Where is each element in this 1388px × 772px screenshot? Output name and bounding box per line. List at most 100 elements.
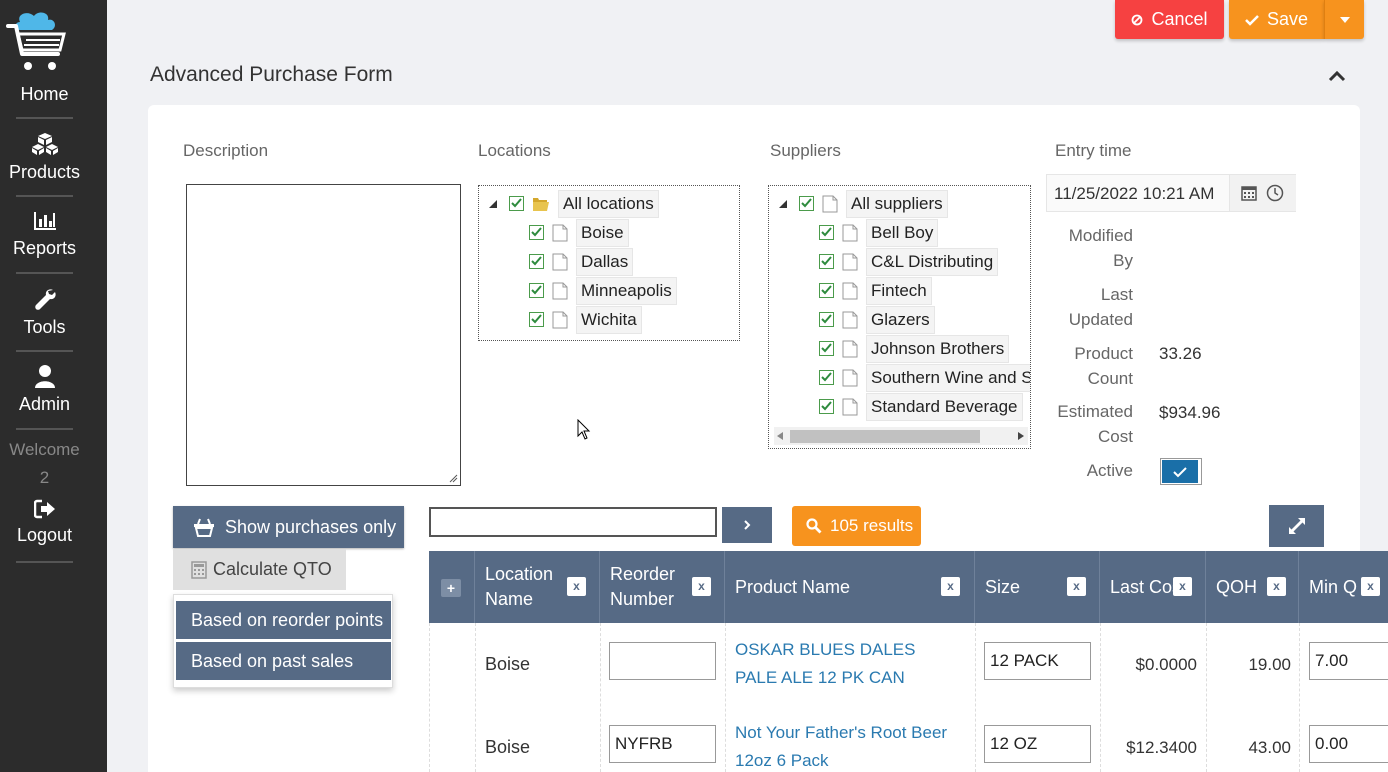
column-header-last-cost[interactable]: Last Cos x xyxy=(1100,551,1206,623)
entry-time-value: 11/25/2022 10:21 AM xyxy=(1054,184,1215,203)
menu-item-past-sales[interactable]: Based on past sales xyxy=(176,642,391,680)
search-input[interactable] xyxy=(429,507,717,537)
horizontal-scrollbar[interactable] xyxy=(774,427,1028,445)
checkbox[interactable] xyxy=(509,196,524,211)
tree-node-location[interactable]: Minneapolis xyxy=(529,276,677,305)
min-qty-input[interactable]: 7.00 xyxy=(1309,642,1388,680)
product-name-link[interactable]: OSKAR BLUES DALES PALE ALE 12 PK CAN xyxy=(735,636,915,692)
collapse-triangle-icon[interactable] xyxy=(489,200,497,208)
document-icon xyxy=(552,311,568,328)
location-cell: Boise xyxy=(485,737,531,757)
entry-time-input[interactable]: 11/25/2022 10:21 AM xyxy=(1046,174,1296,212)
active-toggle[interactable] xyxy=(1160,458,1202,485)
tree-node-supplier[interactable]: Standard Beverage xyxy=(819,392,1023,421)
scroll-right-icon[interactable] xyxy=(1018,432,1024,440)
checkbox[interactable] xyxy=(819,225,834,240)
clock-icon[interactable] xyxy=(1266,184,1284,202)
search-go-button[interactable] xyxy=(722,507,772,543)
show-purchases-button[interactable]: Show purchases only xyxy=(173,506,404,548)
document-icon xyxy=(842,311,858,328)
size-input[interactable]: 12 OZ xyxy=(984,725,1091,763)
nav-admin[interactable]: Admin xyxy=(0,364,89,415)
qto-dropdown-menu: Based on reorder points Based on past sa… xyxy=(173,594,393,688)
description-textarea[interactable] xyxy=(186,184,461,486)
nav-reports[interactable]: Reports xyxy=(0,210,89,259)
chevron-up-icon[interactable] xyxy=(1327,68,1347,84)
column-header-label: Size xyxy=(985,576,1021,597)
last-updated-label: Last Updated xyxy=(1053,282,1133,332)
collapse-triangle-icon[interactable] xyxy=(779,200,787,208)
column-header-size[interactable]: Size x xyxy=(975,551,1100,623)
column-divider xyxy=(725,623,726,772)
calculate-qto-button[interactable]: Calculate QTO xyxy=(173,549,346,590)
modified-by-label: Modified By xyxy=(1053,223,1133,273)
tree-node-supplier[interactable]: Glazers xyxy=(819,305,935,334)
tree-node-location[interactable]: Wichita xyxy=(529,305,642,334)
checkbox[interactable] xyxy=(799,196,814,211)
menu-item-reorder-points[interactable]: Based on reorder points xyxy=(176,601,391,639)
suppliers-tree: All suppliers Bell Boy C&L Distributing … xyxy=(768,185,1031,449)
cancel-button[interactable]: Cancel xyxy=(1115,0,1224,39)
checkbox[interactable] xyxy=(529,225,544,240)
save-options-button[interactable] xyxy=(1324,0,1364,39)
column-header-reorder-number[interactable]: Reorder Number x xyxy=(600,551,725,623)
remove-column-icon[interactable]: x xyxy=(941,577,960,596)
min-qty-input[interactable]: 0.00 xyxy=(1309,725,1388,763)
column-header-min-qty[interactable]: Min Q x xyxy=(1299,551,1388,623)
estimated-cost-label-line: Cost xyxy=(1098,427,1133,446)
remove-column-icon[interactable]: x xyxy=(692,577,711,596)
column-header-label: Location xyxy=(485,564,554,584)
reorder-number-input[interactable] xyxy=(609,642,716,680)
calendar-icon[interactable] xyxy=(1241,185,1257,201)
save-label: Save xyxy=(1266,9,1309,29)
folder-icon xyxy=(533,197,549,211)
checkbox[interactable] xyxy=(529,283,544,298)
column-header-location-name[interactable]: Location Name x xyxy=(475,551,600,623)
chevron-right-icon xyxy=(744,520,751,530)
last-updated-label-line: Last xyxy=(1100,285,1133,304)
tree-node-location[interactable]: Dallas xyxy=(529,247,634,276)
checkbox[interactable] xyxy=(529,254,544,269)
remove-column-icon[interactable]: x xyxy=(1361,577,1380,596)
estimated-cost-value: $934.96 xyxy=(1159,403,1221,422)
nav-home[interactable]: Home xyxy=(0,84,89,105)
scrollbar-thumb[interactable] xyxy=(790,430,980,443)
scroll-left-icon[interactable] xyxy=(777,432,783,440)
checkbox[interactable] xyxy=(819,283,834,298)
tree-node-all-suppliers[interactable]: All suppliers xyxy=(799,189,948,218)
column-header-product-name[interactable]: Product Name x xyxy=(725,551,975,623)
checkbox[interactable] xyxy=(529,312,544,327)
tree-node-supplier[interactable]: C&L Distributing xyxy=(819,247,999,276)
tree-node-supplier[interactable]: Southern Wine and Sp xyxy=(819,363,1030,392)
checkbox[interactable] xyxy=(819,399,834,414)
nav-tools[interactable]: Tools xyxy=(0,287,89,338)
checkbox[interactable] xyxy=(819,312,834,327)
reorder-number-input[interactable]: NYFRB xyxy=(609,725,716,763)
tree-node-supplier[interactable]: Fintech xyxy=(819,276,932,305)
remove-column-icon[interactable]: x xyxy=(1173,577,1192,596)
checkbox[interactable] xyxy=(819,370,834,385)
tree-node-all-locations[interactable]: All locations xyxy=(509,189,659,218)
column-header-qoh[interactable]: QOH x xyxy=(1206,551,1299,623)
remove-column-icon[interactable]: x xyxy=(567,577,586,596)
save-button[interactable]: Save xyxy=(1229,0,1324,39)
product-name-link[interactable]: Not Your Father's Root Beer 12oz 6 Pack xyxy=(735,719,947,772)
checkbox[interactable] xyxy=(819,341,834,356)
tree-node-supplier[interactable]: Bell Boy xyxy=(819,218,939,247)
resize-grip-icon[interactable] xyxy=(448,473,458,483)
nav-logout[interactable]: Logout xyxy=(0,499,89,546)
last-updated-label-line: Updated xyxy=(1068,310,1133,329)
remove-column-icon[interactable]: x xyxy=(1067,577,1086,596)
estimated-cost-label: Estimated Cost xyxy=(1053,399,1133,449)
fullscreen-button[interactable] xyxy=(1269,505,1324,547)
nav-divider xyxy=(16,428,73,430)
tree-node-location[interactable]: Boise xyxy=(529,218,629,247)
tree-node-supplier[interactable]: Johnson Brothers xyxy=(819,334,1010,363)
sidebar: Home Products Reports Tools Admin Welcom… xyxy=(0,0,107,772)
plus-icon[interactable]: + xyxy=(441,579,461,597)
size-input[interactable]: 12 PACK xyxy=(984,642,1091,680)
remove-column-icon[interactable]: x xyxy=(1267,577,1286,596)
nav-products[interactable]: Products xyxy=(0,132,89,183)
column-header-label: Number xyxy=(610,589,675,609)
checkbox[interactable] xyxy=(819,254,834,269)
